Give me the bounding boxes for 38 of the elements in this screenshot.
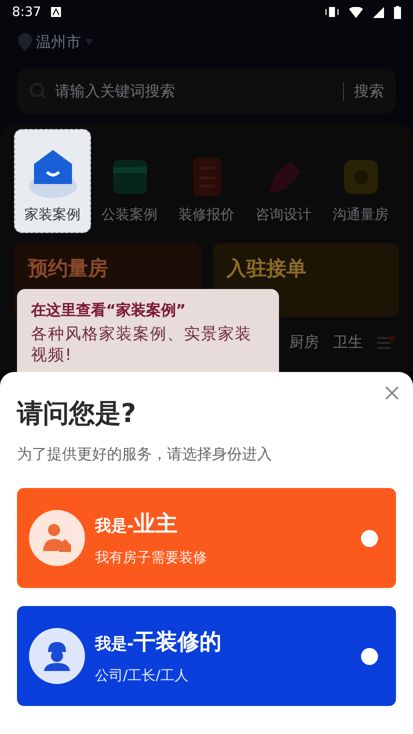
category-item[interactable]: 咨询设计	[245, 129, 322, 233]
role-prefix: 我是-	[95, 516, 134, 537]
dialog-title: 请问您是?	[17, 398, 138, 431]
battery-icon	[394, 6, 401, 18]
dropdown-caret-icon	[85, 39, 93, 45]
category-item[interactable]: 公装案例	[91, 129, 168, 233]
close-icon	[385, 386, 399, 400]
role-description: 我有房子需要装修	[95, 549, 208, 567]
search-button[interactable]: 搜索	[343, 82, 384, 100]
category-tab[interactable]: 厨房	[289, 333, 319, 352]
category-item[interactable]: 家装案例	[14, 129, 91, 233]
radio-button[interactable]	[361, 648, 378, 664]
homeowner-icon	[40, 521, 74, 555]
dialog-subtitle: 为了提供更好的服务，请选择身份进入	[17, 445, 273, 464]
radio-button[interactable]	[361, 530, 378, 546]
status-time: 8:37	[12, 4, 42, 20]
role-title: 干装修的	[134, 629, 222, 657]
role-title: 业主	[134, 510, 178, 539]
location-pin-icon	[18, 33, 32, 51]
role-prefix: 我是-	[95, 634, 134, 655]
wifi-icon	[349, 6, 363, 18]
role-description: 公司/工长/工人	[95, 667, 190, 685]
notification-icon	[51, 7, 62, 17]
vibrate-icon	[325, 6, 339, 18]
search-placeholder: 请输入关键词搜索	[55, 82, 176, 100]
tooltip-title: 在这里查看“家装案例”	[31, 301, 187, 320]
signal-icon	[373, 6, 384, 18]
role-option[interactable]: 我是-业主 我有房子需要装修	[17, 488, 396, 588]
city-selector[interactable]: 温州市	[36, 32, 81, 52]
category-item[interactable]: 沟通量房	[322, 129, 399, 233]
search-field[interactable]: 请输入关键词搜索 搜索	[17, 68, 396, 114]
role-option[interactable]: 我是-干装修的 公司/工长/工人	[17, 606, 396, 706]
close-button[interactable]	[383, 384, 401, 402]
tooltip-text: 各种风格家装案例、实景家装视频!	[31, 324, 253, 366]
banner-title: 预约量房	[28, 256, 108, 280]
banner-title: 入驻接单	[226, 256, 306, 280]
category-tab[interactable]: 卫生	[333, 333, 363, 352]
category-item[interactable]: 装修报价	[168, 129, 245, 233]
